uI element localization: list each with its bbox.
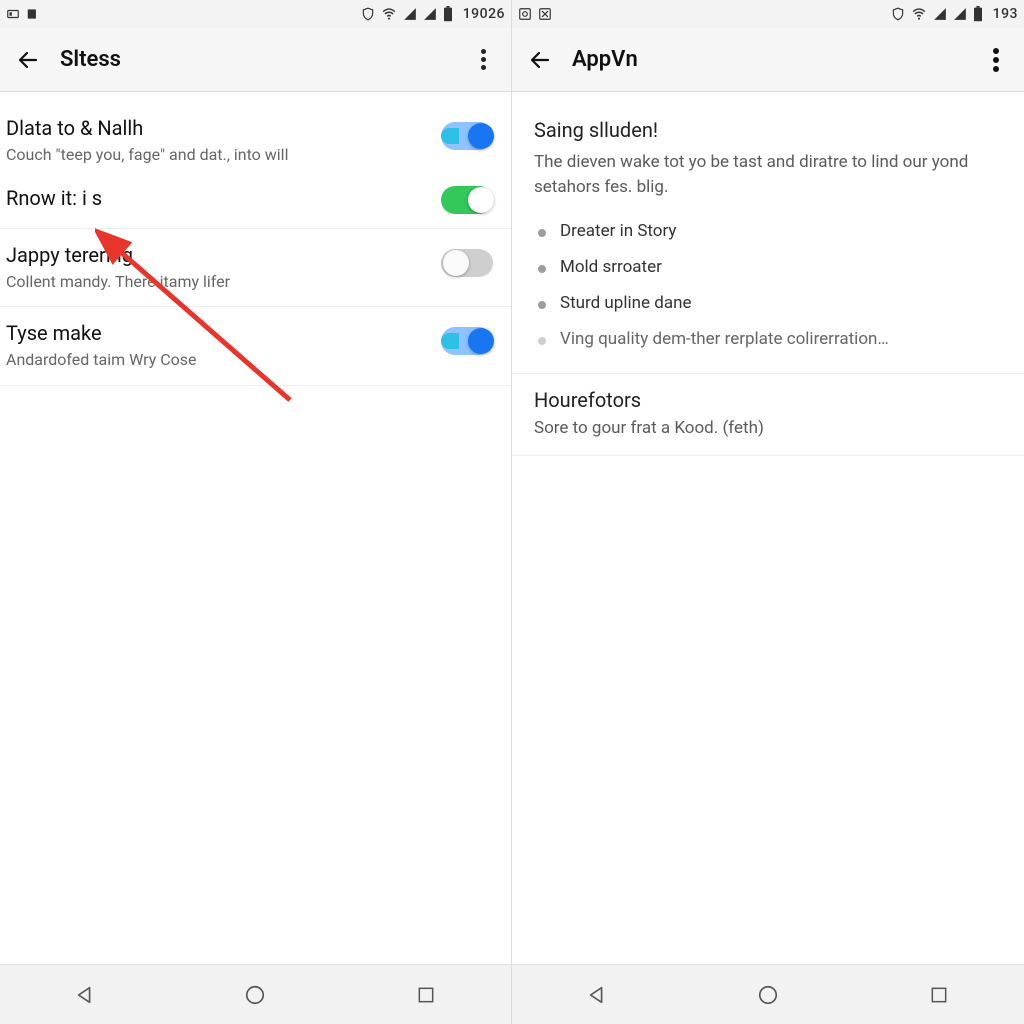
wifi-icon — [381, 7, 397, 21]
dot-icon — [481, 49, 486, 54]
list-item-label: Sturd upline dane — [560, 293, 691, 313]
list-item-label: Ving quality dem-ther rerplate colirerra… — [560, 329, 889, 349]
setting-row-data-nallh[interactable]: Dlata to & Nallh Couch "teep you, fage" … — [0, 102, 511, 180]
triangle-back-icon — [586, 984, 608, 1006]
list-item[interactable]: Mold srroater — [538, 249, 1002, 285]
list-item[interactable]: Dreater in Story — [538, 213, 1002, 249]
toggle-switch[interactable] — [441, 122, 493, 150]
app-bar: Sltess — [0, 28, 511, 92]
setting-row-tyse-make[interactable]: Tyse make Andardofed taim Wry Cose — [0, 307, 511, 386]
arrow-left-icon — [16, 48, 40, 72]
bullet-icon — [538, 265, 546, 273]
status-bar: 193 — [512, 0, 1024, 28]
square-recents-icon — [416, 985, 436, 1005]
left-phone-pane: 19026 Sltess Dlata to & Nallh Couch "tee… — [0, 0, 512, 1024]
setting-title: Jappy terering — [6, 243, 429, 267]
bullet-icon — [538, 229, 546, 237]
status-bar: 19026 — [0, 0, 511, 28]
nav-home-button[interactable] — [748, 975, 788, 1015]
overflow-menu-button[interactable] — [982, 46, 1010, 74]
status-time: 193 — [993, 6, 1018, 22]
signal-icon — [423, 7, 437, 21]
back-button[interactable] — [526, 46, 554, 74]
app-bar: AppVn — [512, 28, 1024, 92]
list-item[interactable]: Sturd upline dane — [538, 285, 1002, 321]
dot-icon — [481, 65, 486, 70]
nav-recents-button[interactable] — [919, 975, 959, 1015]
info-section-hourefotors[interactable]: Hourefotors Sore to gour frat a Kood. (f… — [512, 373, 1024, 455]
circle-home-icon — [244, 984, 266, 1006]
section-title: Saing slluden! — [534, 118, 1002, 142]
back-button[interactable] — [14, 46, 42, 74]
info-content: Saing slluden! The dieven wake tot yo be… — [512, 92, 1024, 964]
nav-recents-button[interactable] — [406, 975, 446, 1015]
setting-row-jappy-terering[interactable]: Jappy terering Collent mandy. There itam… — [0, 229, 511, 308]
section-title: Hourefotors — [534, 388, 1002, 412]
square-recents-icon — [929, 985, 949, 1005]
battery-icon — [443, 6, 453, 22]
triangle-back-icon — [74, 984, 96, 1006]
nav-home-button[interactable] — [235, 975, 275, 1015]
system-nav-bar — [0, 964, 511, 1024]
nav-back-button[interactable] — [577, 975, 617, 1015]
setting-subtitle: Collent mandy. There itamy lifer — [6, 271, 429, 293]
section-description: The dieven wake tot yo be tast and dirat… — [534, 150, 1002, 199]
status-time: 19026 — [463, 6, 505, 22]
page-title: Sltess — [60, 47, 121, 72]
signal-icon — [403, 7, 417, 21]
battery-icon — [973, 6, 983, 22]
setting-subtitle: Couch "teep you, fage" and dat., into wi… — [6, 144, 429, 166]
toggle-switch[interactable] — [441, 249, 493, 277]
setting-title: Tyse make — [6, 321, 429, 345]
signal-icon — [953, 7, 967, 21]
setting-row-rnow-it[interactable]: Rnow it: i s — [0, 180, 511, 229]
system-nav-bar — [512, 964, 1024, 1024]
arrow-left-icon — [528, 48, 552, 72]
feature-list: Dreater in Story Mold srroater Sturd upl… — [534, 213, 1002, 357]
shield-icon — [361, 7, 375, 21]
settings-list: Dlata to & Nallh Couch "teep you, fage" … — [0, 92, 511, 964]
overflow-menu-button[interactable] — [469, 46, 497, 74]
circle-home-icon — [757, 984, 779, 1006]
setting-title: Rnow it: i s — [6, 186, 429, 210]
toggle-switch[interactable] — [441, 327, 493, 355]
section-description: Sore to gour frat a Kood. (feth) — [534, 416, 1002, 441]
right-phone-pane: 193 AppVn Saing slluden! The dieven wake… — [512, 0, 1024, 1024]
list-item-label: Dreater in Story — [560, 221, 676, 241]
nav-back-button[interactable] — [65, 975, 105, 1015]
shield-icon — [891, 7, 905, 21]
wifi-icon — [911, 7, 927, 21]
info-section-saing-slluden: Saing slluden! The dieven wake tot yo be… — [512, 102, 1024, 357]
dot-icon — [993, 48, 999, 54]
list-item-label: Mold srroater — [560, 257, 662, 277]
notification-icon — [26, 7, 40, 21]
setting-subtitle: Andardofed taim Wry Cose — [6, 349, 429, 371]
signal-icon — [933, 7, 947, 21]
list-item[interactable]: Ving quality dem-ther rerplate colirerra… — [538, 321, 1002, 357]
notification-icon — [6, 7, 20, 21]
bullet-icon — [538, 301, 546, 309]
toggle-switch[interactable] — [441, 186, 493, 214]
setting-title: Dlata to & Nallh — [6, 116, 429, 140]
dot-icon — [993, 57, 999, 63]
notification-icon — [538, 7, 552, 21]
dot-icon — [481, 57, 486, 62]
page-title: AppVn — [572, 47, 638, 72]
dot-icon — [993, 66, 999, 72]
notification-icon — [518, 7, 532, 21]
bullet-icon — [538, 337, 546, 345]
